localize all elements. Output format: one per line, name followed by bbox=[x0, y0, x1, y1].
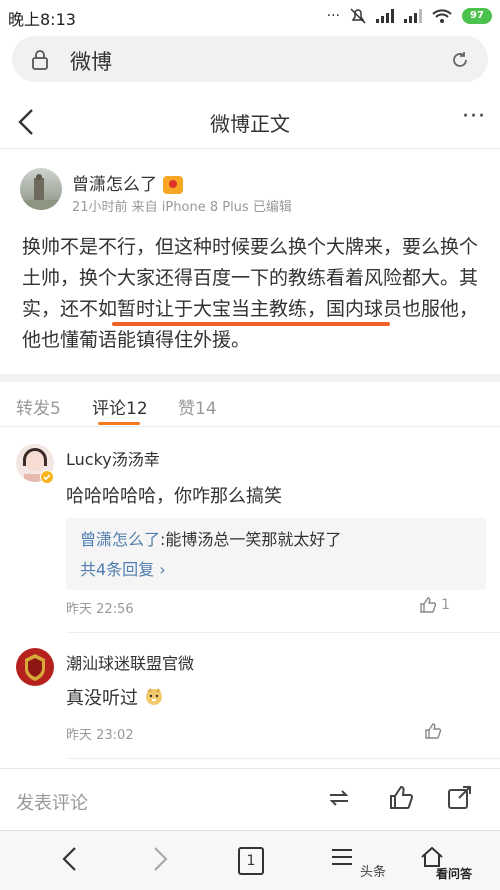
comment-username[interactable]: Lucky汤汤幸 bbox=[66, 446, 160, 470]
thumbs-up-icon bbox=[420, 597, 437, 613]
reply-line: 曾潇怎么了:能博汤总一笑那就太好了 bbox=[80, 526, 341, 550]
comment-time: 昨天 22:56 bbox=[66, 602, 134, 617]
watermark-text: 头条 bbox=[360, 865, 387, 880]
status-icons: ··· 97 bbox=[327, 6, 492, 26]
browser-url-bar[interactable]: 微博 bbox=[12, 36, 488, 82]
comment-username[interactable]: 潮汕球迷联盟官微 bbox=[66, 650, 194, 674]
signal-icon bbox=[376, 9, 394, 23]
nav-bar: 微博正文 ··· bbox=[0, 96, 500, 149]
comment-text: 哈哈哈哈哈，你咋那么搞笑 bbox=[66, 486, 282, 507]
signal-icon-2 bbox=[404, 9, 422, 23]
avatar[interactable] bbox=[16, 648, 54, 686]
doge-emoji-icon bbox=[145, 688, 162, 705]
mute-icon bbox=[350, 8, 366, 24]
reply-preview[interactable]: 曾潇怎么了:能博汤总一笑那就太好了 共4条回复 › bbox=[66, 518, 486, 590]
comment-text-row: 真没听过 bbox=[66, 684, 164, 710]
comment-action-bar: 发表评论 bbox=[0, 768, 500, 829]
comment-divider bbox=[66, 632, 500, 633]
comment-divider bbox=[66, 758, 500, 759]
comment-input[interactable]: 发表评论 bbox=[16, 789, 88, 815]
post-tabs: 转发5 评论12 赞14 bbox=[0, 382, 500, 427]
lock-icon bbox=[32, 50, 48, 70]
back-icon[interactable] bbox=[60, 845, 78, 873]
reply-text: :能博汤总一笑那就太好了 bbox=[160, 530, 342, 549]
active-tab-indicator bbox=[98, 422, 140, 425]
reply-username[interactable]: 曾潇怎么了 bbox=[80, 530, 160, 549]
tab-likes[interactable]: 赞14 bbox=[178, 394, 217, 419]
more-dots-icon: ··· bbox=[326, 8, 340, 24]
comment-time: 昨天 23:02 bbox=[66, 728, 134, 743]
verified-badge-icon bbox=[40, 470, 54, 484]
post-text: 换帅不是不行，但这种时候要么换个大牌来，要么换个土帅，换个大家还得百度一下的教练… bbox=[22, 236, 479, 351]
url-text: 微博 bbox=[70, 50, 112, 74]
post-meta: 21小时前 来自 iPhone 8 Plus 已编辑 bbox=[72, 200, 292, 215]
like-count: 1 bbox=[441, 597, 450, 613]
like-button[interactable] bbox=[424, 722, 442, 740]
reload-icon[interactable] bbox=[450, 50, 470, 70]
page-title: 微博正文 bbox=[210, 112, 290, 136]
thumbs-up-icon bbox=[425, 723, 442, 739]
menu-icon[interactable] bbox=[330, 845, 354, 869]
forward-icon[interactable] bbox=[152, 845, 170, 873]
vip-badge-icon bbox=[163, 176, 183, 194]
more-options-icon[interactable]: ··· bbox=[462, 104, 486, 129]
share-icon[interactable] bbox=[446, 785, 472, 811]
view-replies-link[interactable]: 共4条回复 › bbox=[80, 556, 166, 580]
highlight-underline bbox=[112, 322, 390, 326]
browser-nav-bar: 1 头条 看问答 bbox=[0, 830, 500, 890]
watermark-site: 看问答 bbox=[436, 867, 473, 881]
thumbs-up-icon[interactable] bbox=[388, 785, 414, 811]
comment-text: 真没听过 bbox=[66, 688, 138, 709]
tab-comments[interactable]: 评论12 bbox=[92, 394, 148, 419]
divider bbox=[0, 374, 500, 382]
battery-icon: 97 bbox=[462, 8, 492, 24]
repost-icon[interactable] bbox=[326, 785, 352, 811]
status-bar: 晚上8:13 ··· 97 bbox=[0, 0, 500, 32]
avatar[interactable] bbox=[20, 168, 62, 210]
wifi-icon bbox=[432, 9, 452, 23]
tab-reposts[interactable]: 转发5 bbox=[16, 394, 61, 419]
author-name-row[interactable]: 曾潇怎么了 bbox=[72, 170, 183, 195]
tab-switcher-button[interactable]: 1 bbox=[238, 847, 264, 875]
author-name[interactable]: 曾潇怎么了 bbox=[72, 175, 157, 195]
like-button[interactable]: 1 bbox=[419, 596, 450, 614]
status-time: 晚上8:13 bbox=[8, 10, 76, 29]
